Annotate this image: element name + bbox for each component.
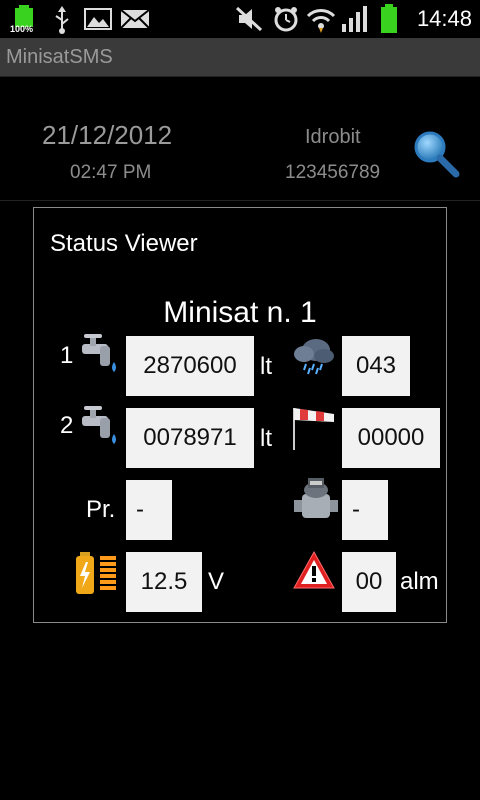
meter1-index: 1 bbox=[60, 342, 74, 369]
search-icon bbox=[414, 131, 460, 178]
meter1-unit: lt bbox=[260, 353, 272, 380]
status-viewer-panel: Status Viewer Minisat n. 1 1 2870600 lt … bbox=[33, 207, 447, 623]
sd-battery-icon: 100% bbox=[10, 4, 38, 34]
panel-title: Status Viewer bbox=[50, 230, 198, 257]
battery-level-icon bbox=[74, 550, 122, 596]
pressure-label: Pr. bbox=[86, 496, 116, 523]
battery-percent-label: 100% bbox=[10, 24, 34, 34]
wind-value: 00000 bbox=[342, 408, 440, 468]
meter2-index: 2 bbox=[60, 412, 74, 439]
battery-value: 12.5 bbox=[126, 552, 202, 612]
alarm-value: 00 bbox=[342, 552, 396, 612]
device-name-label: Idrobit bbox=[305, 126, 361, 148]
image-icon bbox=[84, 8, 112, 30]
windsock-icon bbox=[290, 404, 338, 450]
header-divider bbox=[0, 200, 480, 201]
title-bar: MinisatSMS bbox=[0, 38, 480, 77]
search-button[interactable] bbox=[410, 128, 462, 180]
water-meter-icon bbox=[292, 476, 340, 526]
meter2-unit: lt bbox=[260, 425, 272, 452]
app-title: MinisatSMS bbox=[6, 46, 113, 68]
usb-icon bbox=[52, 6, 72, 34]
phone-number-label: 123456789 bbox=[285, 162, 381, 183]
wifi-icon bbox=[306, 4, 336, 34]
alarm-unit: alm bbox=[400, 568, 439, 595]
signal-icon bbox=[340, 4, 370, 32]
date-label: 21/12/2012 bbox=[42, 120, 173, 150]
minisat-title: Minisat n. 1 bbox=[163, 296, 317, 329]
rain-cloud-icon bbox=[292, 336, 336, 376]
pressure-value: - bbox=[126, 480, 172, 540]
status-clock: 14:48 bbox=[416, 6, 472, 31]
mute-icon bbox=[235, 6, 263, 32]
meter1-value: 2870600 bbox=[126, 336, 254, 396]
valve-value: - bbox=[342, 480, 388, 540]
time-label: 02:47 PM bbox=[70, 162, 152, 183]
rain-value: 043 bbox=[342, 336, 410, 396]
meter2-value: 0078971 bbox=[126, 408, 254, 468]
warning-icon bbox=[292, 550, 336, 590]
mail-icon bbox=[120, 9, 150, 29]
faucet-icon bbox=[78, 332, 120, 376]
battery-unit: V bbox=[208, 568, 225, 595]
alarm-clock-icon bbox=[272, 5, 300, 33]
battery-icon bbox=[380, 4, 398, 34]
status-bar: 100% 14:48 bbox=[0, 0, 480, 38]
faucet-icon bbox=[78, 404, 120, 448]
